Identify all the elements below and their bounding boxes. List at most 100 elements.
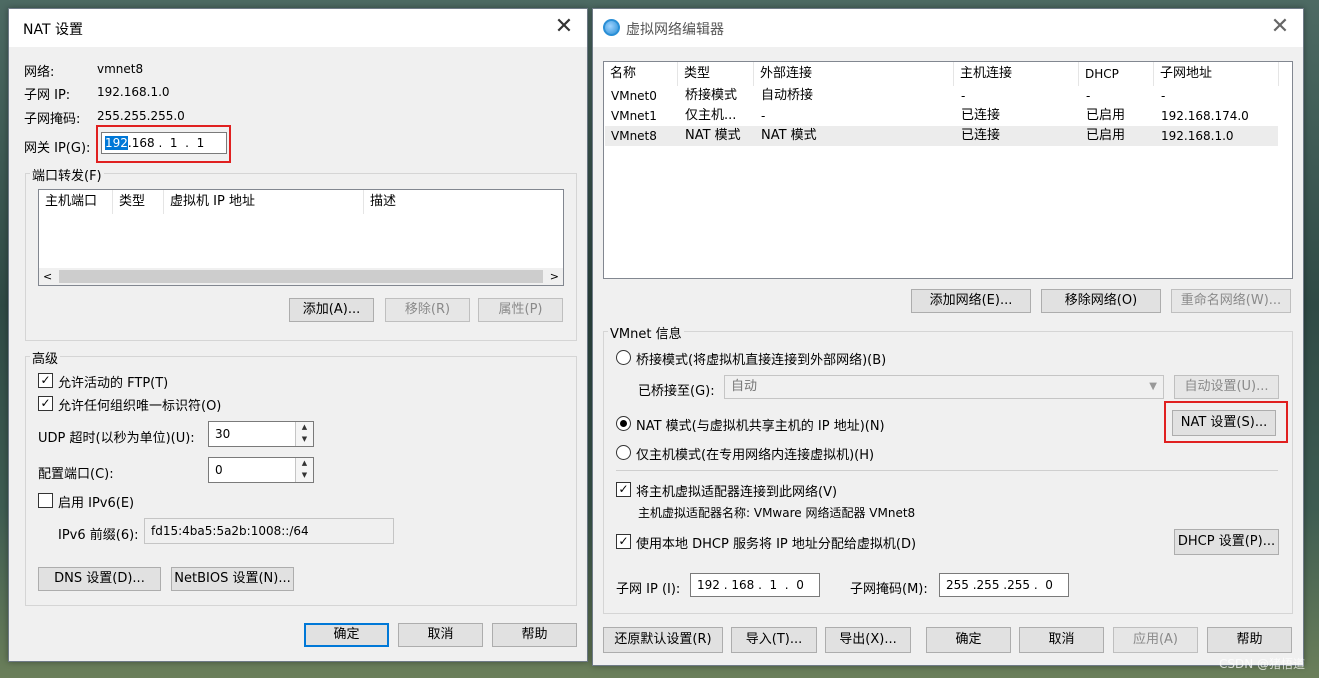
column-type[interactable]: 类型 xyxy=(113,190,164,214)
ok-button[interactable]: 确定 xyxy=(926,627,1011,653)
subnet-mask-label: 子网掩码(M): xyxy=(850,582,928,597)
dhcp-settings-button[interactable]: DHCP 设置(P)... xyxy=(1174,529,1279,555)
config-port-value: 0 xyxy=(215,463,223,477)
vmnet-info-legend: VMnet 信息 xyxy=(608,323,684,342)
up-arrow-icon[interactable]: ▲ xyxy=(296,422,313,434)
scroll-right-icon[interactable]: > xyxy=(550,268,559,285)
column-external[interactable]: 外部连接 xyxy=(754,62,954,86)
down-arrow-icon[interactable]: ▼ xyxy=(296,470,313,482)
config-port-stepper[interactable]: ▲ ▼ xyxy=(295,458,313,482)
bridged-radio[interactable] xyxy=(616,350,631,365)
virtual-network-editor-window: 虚拟网络编辑器 ✕ 名称 类型 外部连接 主机连接 DHCP 子网地址 VMne… xyxy=(592,8,1304,666)
cancel-button[interactable]: 取消 xyxy=(398,623,483,647)
connect-adapter-label: 将主机虚拟适配器连接到此网络(V) xyxy=(636,485,838,500)
allow-oui-checkbox[interactable]: ✓ xyxy=(38,396,53,411)
import-button[interactable]: 导入(T)... xyxy=(731,627,817,653)
host-only-radio[interactable] xyxy=(616,445,631,460)
scroll-left-icon[interactable]: < xyxy=(43,268,52,285)
vne-title-bar: 虚拟网络编辑器 ✕ xyxy=(593,9,1303,47)
allow-ftp-checkbox[interactable]: ✓ xyxy=(38,373,53,388)
remove-network-button[interactable]: 移除网络(O) xyxy=(1041,289,1161,313)
netbios-settings-button[interactable]: NetBIOS 设置(N)... xyxy=(171,567,294,591)
row-host: - xyxy=(961,89,966,103)
row-type: 桥接模式 xyxy=(685,88,738,103)
column-vm-ip[interactable]: 虚拟机 IP 地址 xyxy=(164,190,364,214)
row-host: 已连接 xyxy=(961,108,1001,123)
nat-radio-label: NAT 模式(与虚拟机共享主机的 IP 地址)(N) xyxy=(636,419,885,434)
table-row[interactable]: VMnet1 仅主机... - 已连接 已启用 192.168.174.0 xyxy=(605,106,1278,126)
ipv6-prefix-input[interactable]: fd15:4ba5:5a2b:1008::/64 xyxy=(144,518,394,544)
subnet-ip-label: 子网 IP: xyxy=(24,88,71,103)
add-port-button[interactable]: 添加(A)... xyxy=(289,298,374,322)
udp-timeout-stepper[interactable]: ▲ ▼ xyxy=(295,422,313,446)
subnet-ip-octet-1: 192 xyxy=(697,578,720,592)
port-forwarding-legend: 端口转发(F) xyxy=(30,165,104,184)
radio-selected-dot xyxy=(620,420,627,427)
ipv6-prefix-label: IPv6 前缀(6): xyxy=(58,528,139,543)
table-row[interactable]: VMnet0 桥接模式 自动桥接 - - - xyxy=(605,86,1278,106)
network-value: vmnet8 xyxy=(97,62,144,76)
vmnet-info-group: VMnet 信息 桥接模式(将虚拟机直接连接到外部网络)(B) 已桥接至(G):… xyxy=(603,323,1293,614)
table-row-selected[interactable]: VMnet8 NAT 模式 NAT 模式 已连接 已启用 192.168.1.0 xyxy=(605,126,1278,146)
globe-icon xyxy=(603,19,620,36)
rename-network-button[interactable]: 重命名网络(W)... xyxy=(1171,289,1291,313)
properties-button[interactable]: 属性(P) xyxy=(478,298,563,322)
auto-settings-button[interactable]: 自动设置(U)... xyxy=(1174,375,1279,399)
column-name[interactable]: 名称 xyxy=(604,62,678,86)
bridged-to-label: 已桥接至(G): xyxy=(638,384,715,399)
gateway-label: 网关 IP(G): xyxy=(24,141,91,156)
subnet-ip-octet-2: 168 xyxy=(731,578,755,592)
nat-radio[interactable] xyxy=(616,416,631,431)
column-dhcp[interactable]: DHCP xyxy=(1079,62,1154,86)
subnet-mask-octet-1: 255 xyxy=(946,578,969,592)
subnet-mask-octet-3: 255 xyxy=(1007,578,1030,592)
column-host-port[interactable]: 主机端口 xyxy=(39,190,113,214)
network-label: 网络: xyxy=(24,65,55,80)
use-dhcp-checkbox[interactable]: ✓ xyxy=(616,534,631,549)
dns-settings-button[interactable]: DNS 设置(D)... xyxy=(38,567,161,591)
close-icon[interactable]: ✕ xyxy=(551,15,577,41)
nat-title-bar: NAT 设置 ✕ xyxy=(9,9,587,47)
restore-defaults-button[interactable]: 还原默认设置(R) xyxy=(603,627,723,653)
nat-settings-window: NAT 设置 ✕ 网络: vmnet8 子网 IP: 192.168.1.0 子… xyxy=(8,8,588,662)
up-arrow-icon[interactable]: ▲ xyxy=(296,458,313,470)
add-network-button[interactable]: 添加网络(E)... xyxy=(911,289,1031,313)
column-description[interactable]: 描述 xyxy=(364,190,563,214)
close-icon[interactable]: ✕ xyxy=(1267,15,1293,41)
row-type: NAT 模式 xyxy=(685,128,741,143)
adapter-name-text: 主机虚拟适配器名称: VMware 网络适配器 VMnet8 xyxy=(638,506,916,520)
use-dhcp-label: 使用本地 DHCP 服务将 IP 地址分配给虚拟机(D) xyxy=(636,537,917,552)
ok-button[interactable]: 确定 xyxy=(304,623,389,647)
help-button[interactable]: 帮助 xyxy=(1207,627,1292,653)
subnet-ip-input[interactable]: 192 . 168 . 1 . 0 xyxy=(690,573,820,597)
network-list[interactable]: 名称 类型 外部连接 主机连接 DHCP 子网地址 VMnet0 桥接模式 自动… xyxy=(603,61,1293,279)
scroll-thumb[interactable] xyxy=(59,270,543,283)
column-host[interactable]: 主机连接 xyxy=(954,62,1079,86)
divider xyxy=(616,470,1278,471)
subnet-mask-input[interactable]: 255 .255 .255 . 0 xyxy=(939,573,1069,597)
enable-ipv6-checkbox[interactable] xyxy=(38,493,53,508)
column-type[interactable]: 类型 xyxy=(678,62,754,86)
help-button[interactable]: 帮助 xyxy=(492,623,577,647)
export-button[interactable]: 导出(X)... xyxy=(825,627,911,653)
apply-button[interactable]: 应用(A) xyxy=(1113,627,1198,653)
ipv6-prefix-value: fd15:4ba5:5a2b:1008::/64 xyxy=(151,524,309,538)
bridged-radio-label: 桥接模式(将虚拟机直接连接到外部网络)(B) xyxy=(636,353,887,368)
subnet-ip-value: 192.168.1.0 xyxy=(97,85,170,99)
config-port-input[interactable]: 0 ▲ ▼ xyxy=(208,457,314,483)
horizontal-scrollbar[interactable]: < > xyxy=(39,268,563,285)
down-arrow-icon[interactable]: ▼ xyxy=(296,434,313,446)
column-subnet[interactable]: 子网地址 xyxy=(1154,62,1279,86)
udp-timeout-input[interactable]: 30 ▲ ▼ xyxy=(208,421,314,447)
allow-ftp-label: 允许活动的 FTP(T) xyxy=(58,376,169,391)
row-subnet: 192.168.174.0 xyxy=(1161,109,1249,123)
bridged-to-select[interactable]: 自动 ▼ xyxy=(724,375,1164,399)
row-dhcp: - xyxy=(1086,89,1091,103)
allow-oui-label: 允许任何组织唯一标识符(O) xyxy=(58,399,222,414)
remove-port-button[interactable]: 移除(R) xyxy=(385,298,470,322)
watermark-text: CSDN @猪悟道 xyxy=(1218,657,1305,671)
cancel-button[interactable]: 取消 xyxy=(1019,627,1104,653)
subnet-mask-octet-4: 0 xyxy=(1045,578,1053,592)
port-forwarding-list[interactable]: 主机端口 类型 虚拟机 IP 地址 描述 < > xyxy=(38,189,564,286)
connect-adapter-checkbox[interactable]: ✓ xyxy=(616,482,631,497)
